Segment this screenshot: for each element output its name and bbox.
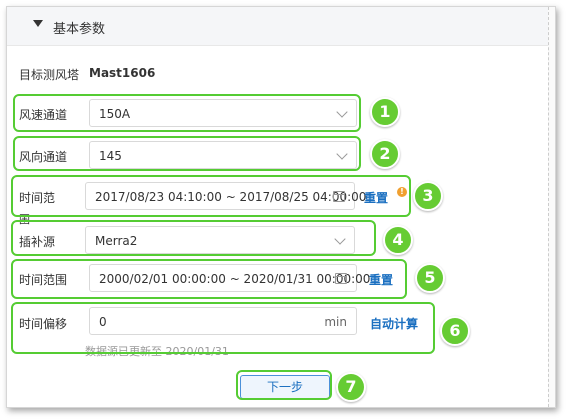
section-title: 基本参数 — [53, 22, 106, 37]
target-tower-value: Mast1606 — [89, 66, 156, 80]
section-header[interactable]: 基本参数 — [7, 7, 549, 46]
target-tower-label: 目标测风塔 — [19, 68, 80, 82]
scrollbar[interactable] — [548, 7, 555, 407]
highlight-box-3 — [11, 175, 411, 217]
caret-down-icon[interactable] — [33, 20, 43, 27]
highlight-box-5 — [11, 259, 407, 299]
highlight-box-7 — [236, 370, 332, 400]
step-badge-1: 1 — [370, 97, 400, 127]
highlight-box-6 — [11, 302, 435, 354]
highlight-box-1 — [13, 94, 361, 132]
highlight-box-4 — [11, 220, 376, 256]
step-badge-6: 6 — [440, 316, 470, 346]
step-badge-3: 3 — [413, 181, 443, 211]
step-badge-7: 7 — [336, 372, 366, 402]
step-badge-2: 2 — [370, 139, 400, 169]
step-badge-5: 5 — [415, 263, 445, 293]
highlight-box-2 — [13, 136, 361, 171]
step-badge-4: 4 — [383, 225, 413, 255]
